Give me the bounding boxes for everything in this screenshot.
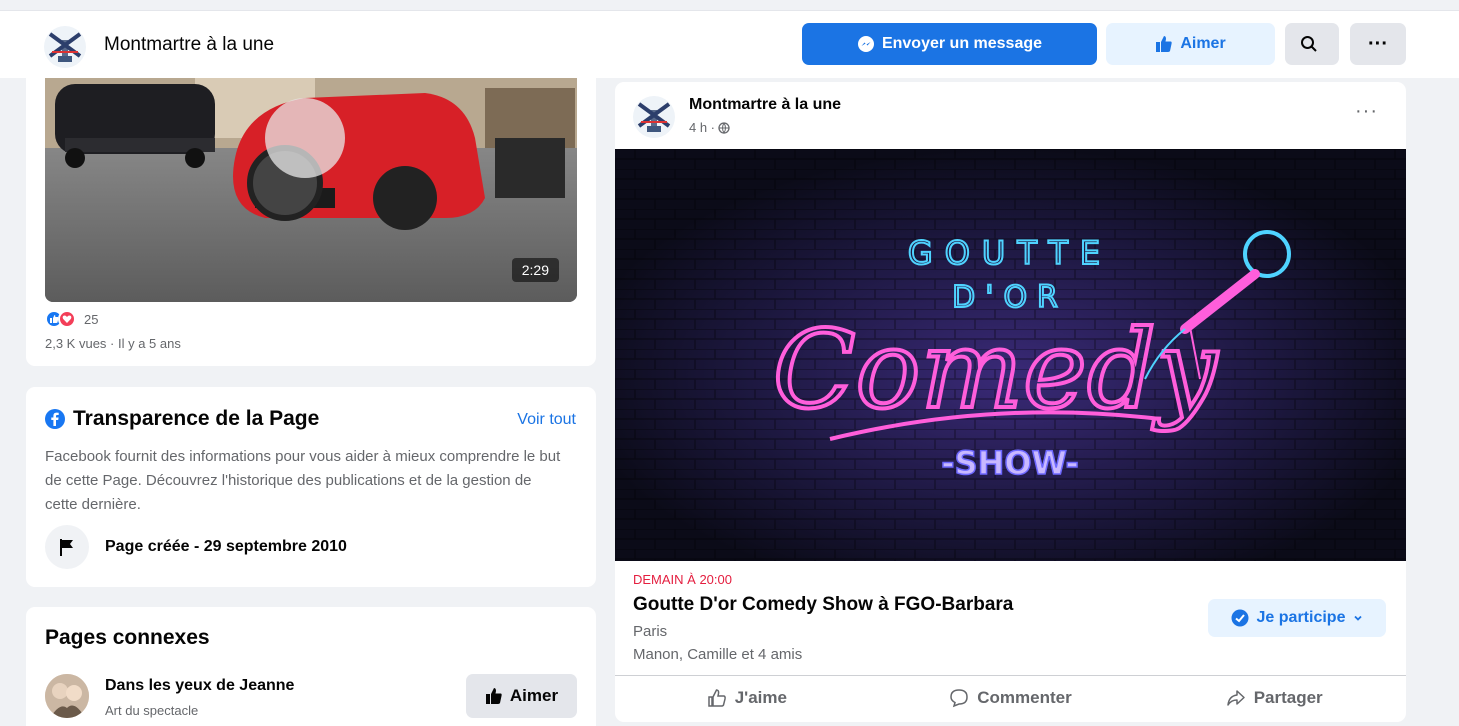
related-page-like-label: Aimer: [509, 686, 559, 705]
video-duration: 2:29: [511, 258, 559, 282]
banner-line-4: -SHOW-: [941, 444, 1078, 482]
post-time-text: 4 h ·: [689, 120, 716, 135]
post-actions-bar: J'aime Commenter Partager: [615, 675, 1406, 720]
like-action-button[interactable]: J'aime: [615, 676, 879, 720]
transparency-heading: Transparence de la Page: [45, 407, 319, 431]
banner-line-1: GOUTTE: [908, 234, 1112, 272]
related-pages-card: Pages connexes Dans les yeux de Jeanne A…: [26, 607, 596, 726]
going-button[interactable]: Je participe: [1208, 599, 1386, 637]
event-friends-going[interactable]: Manon, Camille et 4 amis: [633, 646, 802, 663]
page-logo[interactable]: [44, 26, 86, 68]
send-message-button[interactable]: Envoyer un message: [802, 23, 1097, 65]
like-page-label: Aimer: [1180, 35, 1226, 52]
related-page-like-button[interactable]: Aimer: [466, 674, 577, 718]
comment-icon: [949, 688, 969, 708]
video-thumbnail[interactable]: 2:29: [45, 78, 577, 302]
going-label: Je participe: [1256, 609, 1346, 626]
post-timestamp[interactable]: 4 h ·: [689, 120, 730, 135]
event-date: DEMAIN À 20:00: [633, 572, 732, 587]
page-created-date: Page créée - 29 septembre 2010: [105, 538, 347, 555]
page-created-row: Page créée - 29 septembre 2010: [45, 525, 347, 569]
post-card: Montmartre à la une 4 h · ··· GOUTTE D'O…: [615, 82, 1406, 722]
chevron-down-icon: [1353, 613, 1363, 623]
post-author-name[interactable]: Montmartre à la une: [689, 96, 841, 114]
comment-action-button[interactable]: Commenter: [879, 676, 1143, 720]
event-title[interactable]: Goutte D'or Comedy Show à FGO-Barbara: [633, 594, 1013, 616]
video-views: 2,3 K vues · Il y a 5 ans: [45, 336, 181, 351]
event-place: Paris: [633, 623, 668, 640]
love-reaction-icon: [58, 310, 76, 328]
video-card: 2:29 25 2,3 K vues · Il y a 5 ans: [26, 78, 596, 366]
post-more-icon[interactable]: ···: [1355, 100, 1378, 123]
reaction-count: 25: [84, 311, 99, 327]
flag-icon: [45, 525, 89, 569]
thumbs-up-icon: [1155, 35, 1180, 53]
share-icon: [1226, 688, 1246, 708]
share-action-button[interactable]: Partager: [1142, 676, 1406, 720]
page-header: Montmartre à la une Envoyer un message A…: [0, 10, 1459, 78]
share-action-label: Partager: [1253, 688, 1323, 707]
related-page-category: Art du spectacle: [105, 703, 199, 718]
related-pages-title: Pages connexes: [45, 626, 210, 649]
post-author-avatar[interactable]: [633, 96, 675, 138]
transparency-title: Transparence de la Page: [73, 407, 320, 430]
related-page-name[interactable]: Dans les yeux de Jeanne: [105, 677, 294, 695]
like-action-label: J'aime: [734, 688, 787, 707]
see-all-link[interactable]: Voir tout: [517, 411, 576, 429]
reactions-summary[interactable]: 25: [45, 310, 98, 328]
check-circle-icon: [1231, 609, 1249, 627]
event-banner-image[interactable]: GOUTTE D'OR Comedy -SHOW-: [615, 149, 1406, 561]
avatar[interactable]: [45, 674, 89, 718]
facebook-icon: [45, 409, 65, 429]
transparency-card: Transparence de la Page Voir tout Facebo…: [26, 387, 596, 587]
more-options-button[interactable]: ···: [1350, 23, 1406, 65]
more-icon: ···: [1368, 32, 1388, 55]
transparency-description: Facebook fournit des informations pour v…: [45, 448, 561, 513]
search-icon: [1300, 35, 1325, 53]
like-page-button[interactable]: Aimer: [1106, 23, 1275, 65]
search-button[interactable]: [1285, 23, 1339, 65]
messenger-icon: [857, 35, 882, 53]
globe-icon: [718, 121, 730, 134]
send-message-label: Envoyer un message: [881, 35, 1043, 52]
thumbs-up-icon: [485, 687, 503, 705]
page-name[interactable]: Montmartre à la une: [104, 34, 274, 56]
thumbs-up-outline-icon: [707, 688, 727, 708]
comment-action-label: Commenter: [977, 688, 1072, 707]
